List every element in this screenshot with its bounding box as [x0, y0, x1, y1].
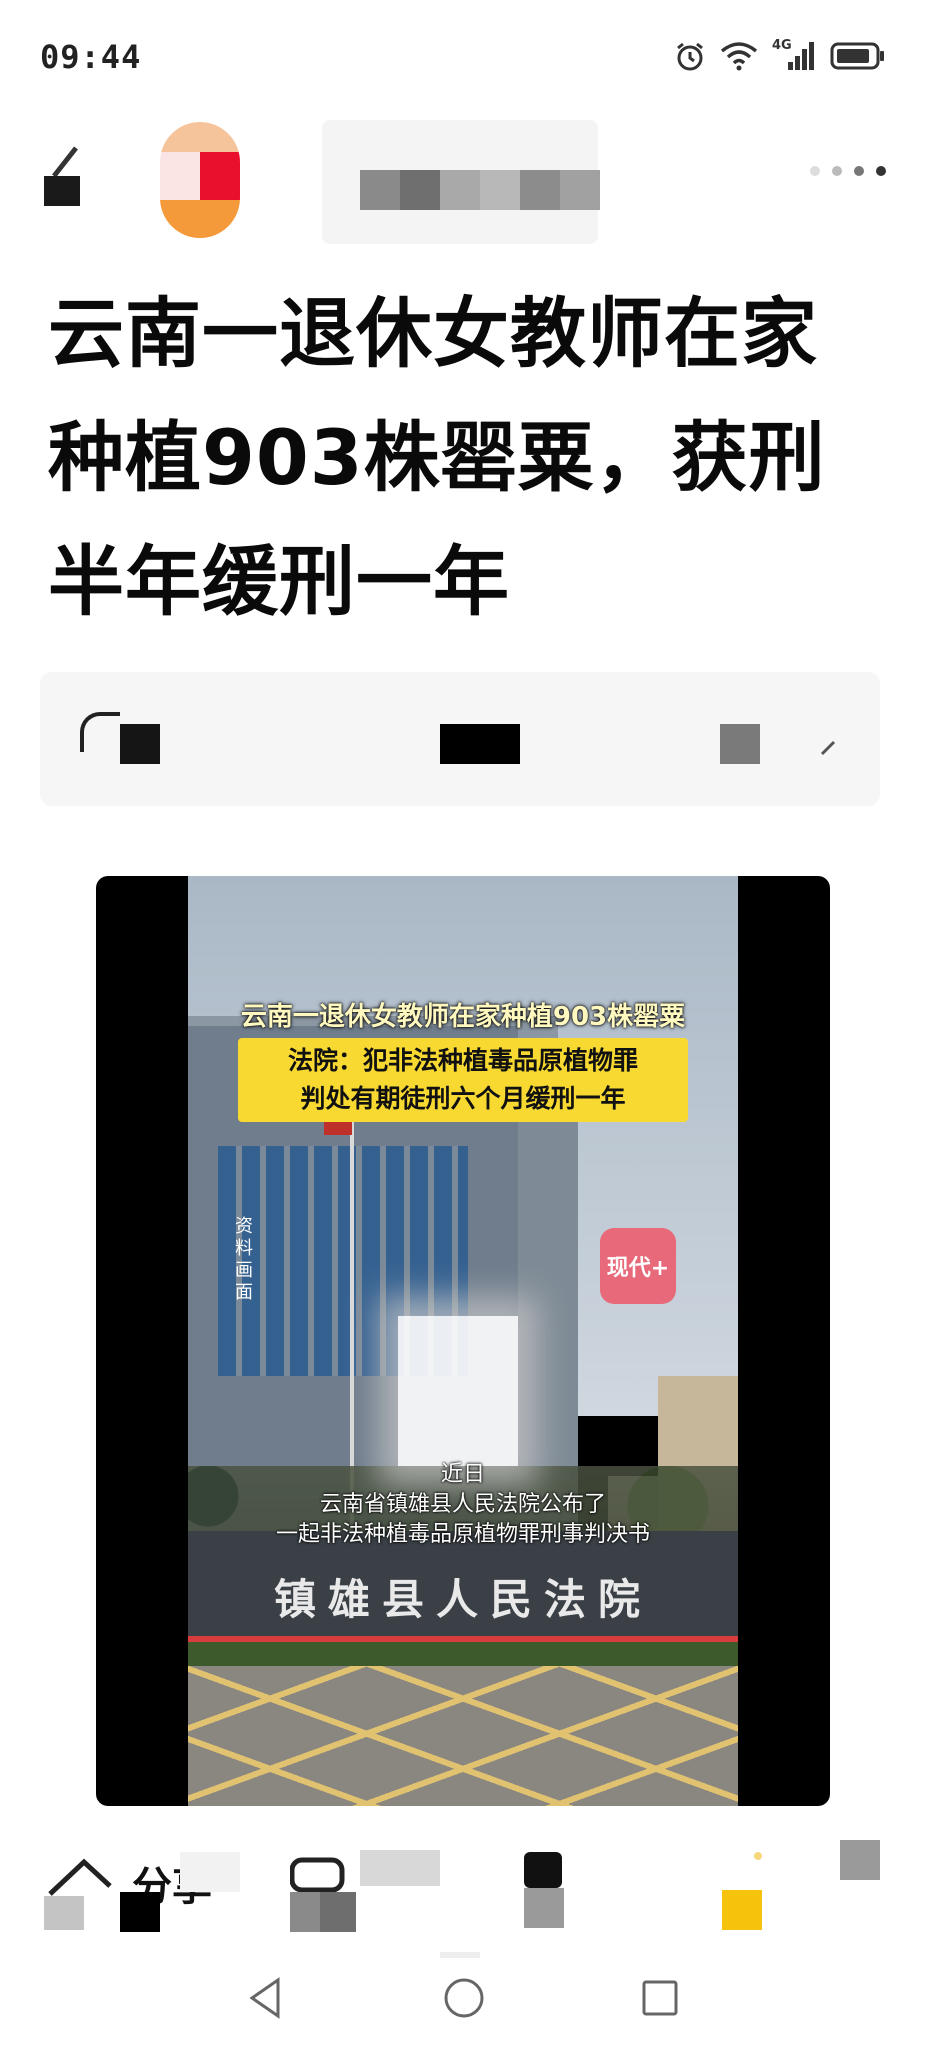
- news-logo-badge: 现代+: [600, 1228, 676, 1304]
- video-player[interactable]: 云南一退休女教师在家种植903株罂粟 法院：犯非法种植毒品原植物罪 判处有期徒刑…: [96, 876, 830, 1806]
- nav-recents-icon[interactable]: [640, 1976, 680, 2020]
- bottom-action-bar: 分享: [0, 1836, 926, 1946]
- author-card-redacted[interactable]: [40, 672, 880, 806]
- chevron-right-icon[interactable]: [818, 738, 838, 758]
- author-avatar[interactable]: [160, 122, 240, 238]
- comment-icon[interactable]: [290, 1856, 356, 1932]
- share-count-redacted: [120, 1892, 160, 1932]
- alarm-icon: [677, 42, 703, 71]
- nav-back-icon[interactable]: [246, 1976, 286, 2020]
- top-nav: [0, 110, 926, 250]
- more-dots-icon[interactable]: [810, 166, 886, 176]
- status-time: 09:44: [40, 38, 142, 76]
- nav-home-icon[interactable]: [442, 1976, 486, 2020]
- court-sign-text: 镇雄县人民法院: [273, 1575, 652, 1624]
- wifi-icon: [720, 42, 758, 71]
- signal-icon: [788, 42, 814, 70]
- video-frame-image: 云南一退休女教师在家种植903株罂粟 法院：犯非法种植毒品原植物罪 判处有期徒刑…: [188, 876, 738, 1806]
- author-card-avatar-redacted: [80, 712, 120, 752]
- system-nav-bar: [0, 1946, 926, 2048]
- comment-count-redacted: [360, 1850, 440, 1886]
- article-title: 云南一退休女教师在家种植903株罂粟，获刑半年缓刑一年: [48, 289, 826, 626]
- caption-box-line1: 法院：犯非法种植毒品原植物罪: [287, 1046, 638, 1075]
- more-actions-redacted[interactable]: [840, 1840, 880, 1880]
- video-caption-box: 法院：犯非法种植毒品原植物罪 判处有期徒刑六个月缓刑一年: [238, 1038, 688, 1122]
- author-card-block: [440, 724, 520, 764]
- share-icon[interactable]: [44, 1850, 118, 1930]
- caption-box-line2: 判处有期徒刑六个月缓刑一年: [300, 1084, 626, 1113]
- collect-icon[interactable]: [722, 1850, 766, 1930]
- nav-handle: [440, 1952, 480, 1958]
- author-card-block: [120, 724, 160, 764]
- status-icons: 4G: [674, 38, 886, 72]
- author-card-block: [720, 724, 760, 764]
- network-type-label: 4G: [772, 38, 816, 72]
- back-arrow-icon[interactable]: [42, 138, 90, 214]
- battery-icon: [830, 42, 884, 70]
- video-subtitle-line1: 近日: [440, 1462, 485, 1487]
- account-name-redacted[interactable]: [322, 120, 600, 244]
- like-icon[interactable]: [522, 1850, 566, 1930]
- video-caption-top: 云南一退休女教师在家种植903株罂粟: [240, 1002, 686, 1032]
- blurred-region: [398, 1316, 518, 1466]
- status-bar: 09:44 4G: [0, 0, 926, 110]
- share-count-redacted: [180, 1852, 240, 1892]
- archive-footage-label: 资料画面: [235, 1216, 253, 1303]
- video-subtitle-line3: 一起非法种植毒品原植物罪刑事判决书: [275, 1522, 650, 1547]
- video-subtitle-line2: 云南省镇雄县人民法院公布了: [319, 1492, 606, 1517]
